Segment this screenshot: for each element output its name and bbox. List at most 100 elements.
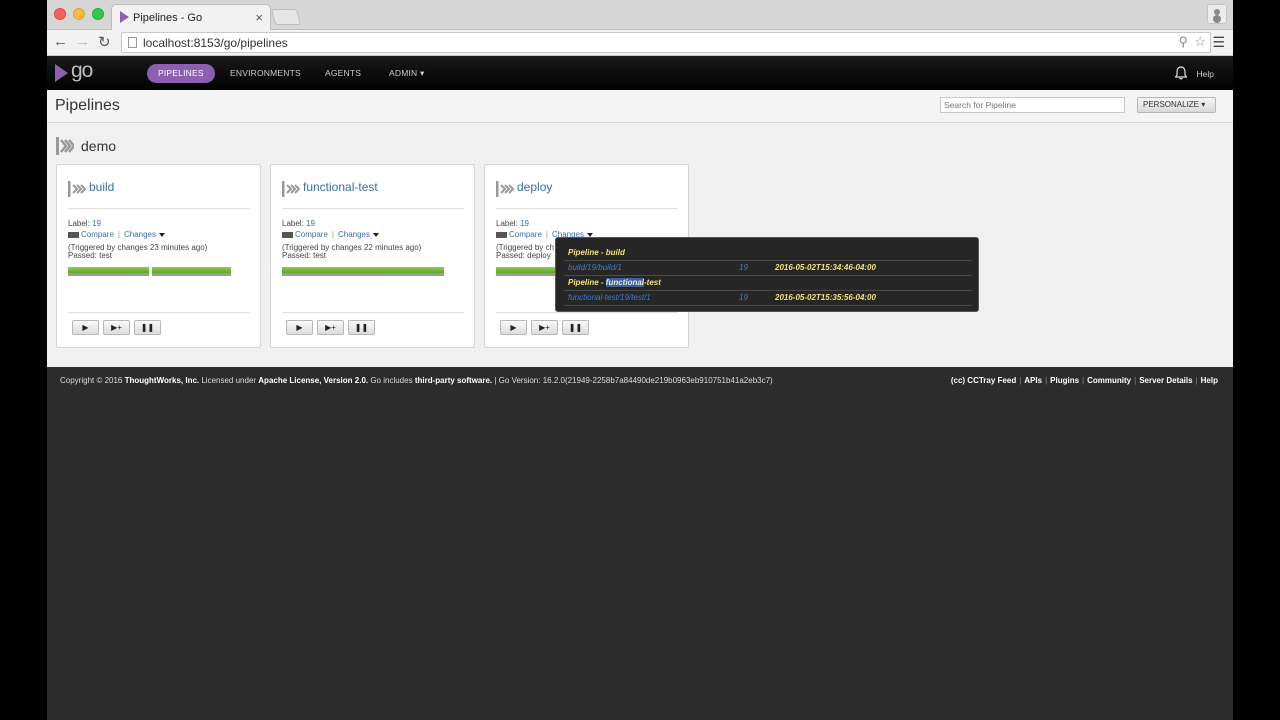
divider [564, 260, 972, 261]
nav-pipelines[interactable]: PIPELINES [147, 64, 215, 83]
trigger-info: (Triggered by changes 23 minutes ago) Pas… [68, 244, 207, 260]
page-header: Pipelines PERSONALIZE ▾ [47, 90, 1233, 123]
profile-icon[interactable] [1207, 4, 1227, 24]
label-link[interactable]: 19 [520, 219, 529, 228]
forward-arrow-icon[interactable]: → [75, 33, 90, 50]
trigger-button[interactable]: ▶ [72, 320, 99, 335]
group-name[interactable]: demo [81, 138, 116, 154]
browser-menu-icon[interactable]: ☰ [1212, 34, 1225, 51]
go-logo-icon [55, 64, 68, 82]
back-arrow-icon[interactable]: ← [53, 33, 68, 50]
new-tab-button[interactable] [270, 9, 302, 25]
pause-button[interactable]: ❚❚ [562, 320, 589, 335]
pipeline-name[interactable]: deploy [517, 180, 552, 194]
pause-button[interactable]: ❚❚ [348, 320, 375, 335]
compare-link[interactable]: Compare [295, 230, 328, 239]
pipeline-group-icon [56, 137, 74, 155]
includes-text: Go includes [368, 376, 415, 385]
divider [282, 208, 464, 209]
passed-text: Passed: test [68, 251, 113, 260]
cctray-feed-link[interactable]: (cc) CCTray Feed [951, 376, 1016, 385]
trigger-info: (Triggered by changes 22 minutes ago) Pas… [282, 244, 421, 260]
changes-link[interactable]: Changes [124, 230, 156, 239]
main-content: Pipelines PERSONALIZE ▾ demo build Label… [47, 90, 1233, 367]
go-logo-text: go [71, 59, 93, 82]
label-prefix: Label: [68, 219, 93, 228]
server-details-link[interactable]: Server Details [1139, 376, 1192, 385]
pipeline-card-build: build Label: 19 Compare | Changes (Trigger… [56, 164, 261, 348]
url-input[interactable]: localhost:8153/go/pipelines ⚲ ☆ [121, 32, 1211, 53]
pipeline-name[interactable]: functional-test [303, 180, 378, 194]
trigger-button[interactable]: ▶ [286, 320, 313, 335]
minimize-window-button[interactable] [73, 8, 85, 20]
caret-down-icon[interactable] [373, 232, 380, 237]
apis-link[interactable]: APIs [1024, 376, 1042, 385]
changes-link[interactable]: Changes [338, 230, 370, 239]
company-link[interactable]: ThoughtWorks, Inc. [125, 376, 200, 385]
pipeline-name[interactable]: build [89, 180, 114, 194]
pipeline-icon [282, 181, 300, 197]
pipeline-label: Label: 19 [496, 219, 529, 228]
page-title: Pipelines [55, 97, 120, 114]
divider [564, 275, 972, 276]
tab-close-icon[interactable]: × [255, 10, 263, 25]
changes-popup: Pipeline - build build/19/build/1 19 201… [555, 237, 979, 312]
reload-icon[interactable]: ↻ [98, 33, 111, 51]
label-link[interactable]: 19 [92, 219, 101, 228]
license-link[interactable]: Apache License, Version 2.0. [258, 376, 368, 385]
trigger-with-options-button[interactable]: ▶+ [317, 320, 344, 335]
compare-icon [496, 231, 507, 238]
address-bar: ← → ↻ localhost:8153/go/pipelines ⚲ ☆ ☰ [47, 30, 1233, 56]
pipeline-label: Label: 19 [68, 219, 101, 228]
compare-icon [68, 231, 79, 238]
trigger-with-options-button[interactable]: ▶+ [531, 320, 558, 335]
version-text: | Go Version: 16.2.0(21949-2258b7a84490d… [492, 376, 773, 385]
nav-agents[interactable]: AGENTS [314, 64, 372, 83]
label-prefix: Label: [282, 219, 307, 228]
stage-bar-passed[interactable] [152, 267, 231, 276]
zoom-magnifier-icon[interactable]: ⚲ [1178, 34, 1188, 50]
divider [564, 305, 972, 306]
personalize-button[interactable]: PERSONALIZE ▾ [1137, 97, 1216, 113]
close-window-button[interactable] [54, 8, 66, 20]
tab-bar: Pipelines - Go × [47, 0, 1233, 30]
plugins-link[interactable]: Plugins [1050, 376, 1079, 385]
material-revision-link[interactable]: functional-test/19/test/1 [568, 293, 651, 302]
pipeline-search-input[interactable] [940, 97, 1125, 113]
pipeline-icon [496, 181, 514, 197]
divider [68, 312, 250, 313]
third-party-link[interactable]: third-party software. [415, 376, 492, 385]
trigger-button[interactable]: ▶ [500, 320, 527, 335]
go-favicon-icon [120, 11, 129, 23]
community-link[interactable]: Community [1087, 376, 1131, 385]
nav-environments[interactable]: ENVIRONMENTS [219, 64, 312, 83]
url-text: localhost:8153/go/pipelines [143, 36, 288, 50]
bookmark-star-icon[interactable]: ☆ [1194, 34, 1206, 50]
browser-tab[interactable]: Pipelines - Go × [111, 4, 271, 30]
material-heading: Pipeline - build [568, 248, 625, 257]
copyright-text: Copyright © 2016 [60, 376, 125, 385]
trigger-with-options-button[interactable]: ▶+ [103, 320, 130, 335]
pipeline-label: Label: 19 [282, 219, 315, 228]
nav-admin[interactable]: ADMIN ▾ [378, 64, 435, 83]
material-label-link[interactable]: 19 [739, 293, 748, 302]
compare-link[interactable]: Compare [81, 230, 114, 239]
material-revision-link[interactable]: build/19/build/1 [568, 263, 622, 272]
compare-icon [282, 231, 293, 238]
compare-link[interactable]: Compare [509, 230, 542, 239]
stage-bar-passed[interactable] [68, 267, 149, 276]
zoom-window-button[interactable] [92, 8, 104, 20]
material-label-link[interactable]: 19 [739, 263, 748, 272]
stage-bar-passed[interactable] [282, 267, 444, 276]
caret-down-icon[interactable] [159, 232, 166, 237]
passed-text: Passed: test [282, 251, 327, 260]
page-icon [128, 37, 137, 48]
pause-button[interactable]: ❚❚ [134, 320, 161, 335]
heading-highlight: functional [605, 278, 645, 287]
divider [68, 208, 250, 209]
help-link[interactable]: Help [1197, 69, 1214, 79]
notification-bell-icon[interactable] [1175, 66, 1187, 80]
label-link[interactable]: 19 [306, 219, 315, 228]
footer-copyright: Copyright © 2016 ThoughtWorks, Inc. Lice… [60, 376, 773, 385]
footer-help-link[interactable]: Help [1201, 376, 1218, 385]
